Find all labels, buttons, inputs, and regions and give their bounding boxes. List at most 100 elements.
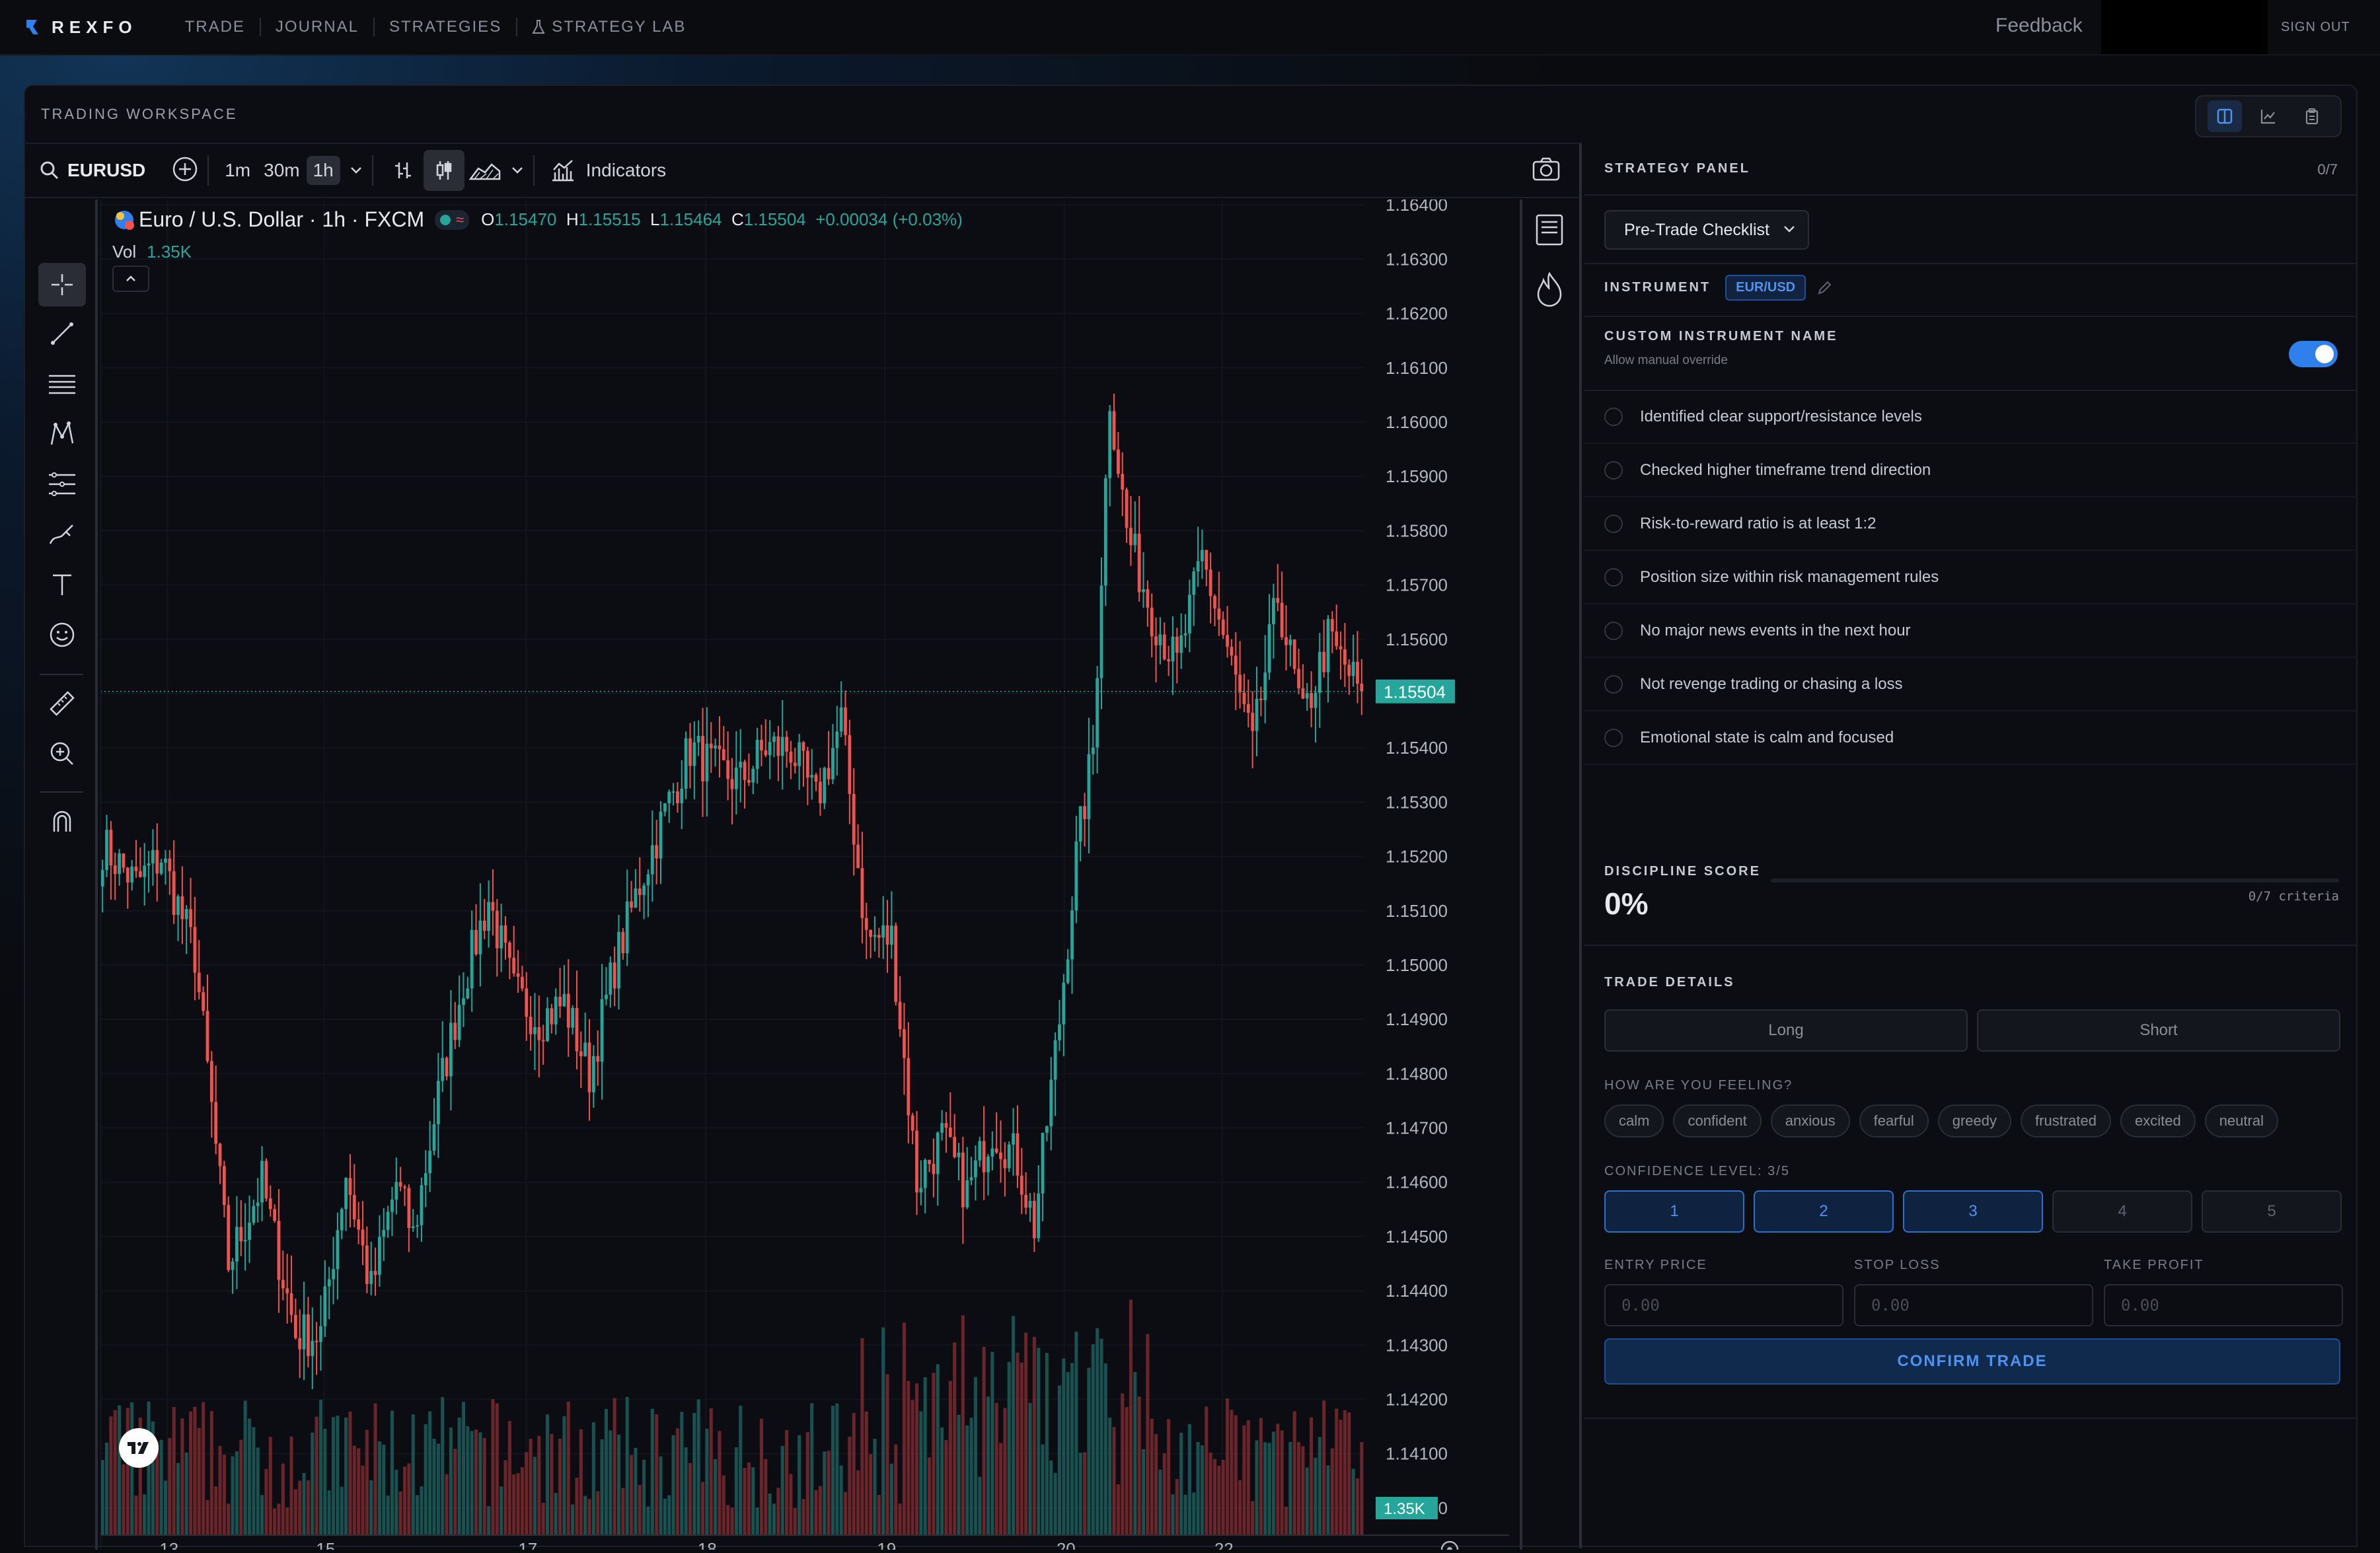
volume-bar: [487, 1506, 491, 1535]
measure-tool[interactable]: [38, 682, 86, 725]
checkbox[interactable]: [1604, 675, 1623, 694]
nav-strategy-lab[interactable]: STRATEGY LAB: [517, 18, 700, 36]
checklist-item[interactable]: Checked higher timeframe trend direction: [1584, 445, 2358, 497]
edit-pencil-icon[interactable]: [1816, 280, 1832, 296]
chart-svg[interactable]: 1.16400 1.16300 1.16200 1.16100 1.16000 1.159…: [100, 195, 1509, 1553]
volume-bar: [856, 1470, 860, 1535]
candle-body: [109, 830, 113, 866]
fib-tool[interactable]: [38, 462, 86, 506]
volume-bar: [1280, 1430, 1284, 1535]
feeling-chip[interactable]: fearful: [1859, 1104, 1929, 1138]
candle-body: [881, 925, 885, 938]
candle-body: [348, 1178, 352, 1196]
nav-trade[interactable]: TRADE: [170, 18, 261, 36]
candle-body: [751, 768, 755, 783]
text-tool[interactable]: [38, 563, 86, 606]
interval-1m[interactable]: 1m: [218, 156, 257, 185]
smile-icon: [50, 622, 75, 647]
candle-body: [827, 768, 831, 779]
pattern-tool[interactable]: [38, 412, 86, 456]
checklist-item[interactable]: Not revenge trading or chasing a loss: [1584, 659, 2358, 711]
split-view-button[interactable]: [2208, 100, 2242, 132]
interval-30m[interactable]: 30m: [257, 156, 306, 185]
chart-style-chevron-icon[interactable]: [511, 166, 524, 175]
brand-logo[interactable]: REXFO: [24, 17, 137, 38]
feeling-chip[interactable]: anxious: [1770, 1104, 1850, 1138]
candle-style-button[interactable]: [423, 150, 465, 191]
indicators-button[interactable]: Indicators: [550, 158, 666, 183]
volume-bar: [239, 1439, 243, 1535]
entry-price-input[interactable]: 0.00: [1604, 1284, 1843, 1326]
confidence-level-button[interactable]: 1: [1604, 1190, 1744, 1233]
checkbox[interactable]: [1604, 622, 1623, 640]
symbol-search[interactable]: EURUSD: [40, 160, 145, 181]
feeling-chip[interactable]: excited: [2120, 1104, 2196, 1138]
candle-body: [1049, 1079, 1053, 1127]
confidence-level-button[interactable]: 5: [2202, 1190, 2342, 1233]
volume-bar: [100, 1460, 104, 1535]
collapse-legend-button[interactable]: [112, 266, 149, 292]
checkbox[interactable]: [1604, 408, 1623, 426]
volume-bar: [260, 1495, 264, 1535]
price-chart[interactable]: 1.16400 1.16300 1.16200 1.16100 1.16000 1.159…: [100, 195, 1509, 1553]
confidence-level-button[interactable]: 4: [2052, 1190, 2192, 1233]
checklist-view-button[interactable]: [2295, 100, 2329, 132]
long-button[interactable]: Long: [1604, 1009, 1968, 1052]
feeling-chip[interactable]: frustrated: [2021, 1104, 2111, 1138]
candle-body: [928, 1160, 931, 1165]
take-profit-input[interactable]: 0.00: [2104, 1284, 2343, 1326]
interval-1h[interactable]: 1h: [306, 156, 340, 185]
candle-body: [1297, 668, 1300, 688]
checkbox[interactable]: [1604, 515, 1623, 533]
checkbox[interactable]: [1604, 461, 1623, 480]
candle-body: [268, 1198, 272, 1210]
stop-loss-input[interactable]: 0.00: [1854, 1284, 2093, 1326]
chart-view-button[interactable]: [2251, 100, 2286, 132]
sign-out-button[interactable]: SIGN OUT: [2281, 20, 2350, 35]
checkbox[interactable]: [1604, 568, 1623, 587]
crosshair-tool[interactable]: [38, 263, 86, 307]
feeling-chip[interactable]: confident: [1673, 1104, 1762, 1138]
tradingview-logo[interactable]: [119, 1428, 159, 1468]
volume-bar: [1187, 1424, 1191, 1535]
horizontal-lines-tool[interactable]: [38, 362, 86, 406]
screenshot-button[interactable]: [1532, 156, 1561, 186]
feeling-chip[interactable]: neutral: [2204, 1104, 2278, 1138]
feeling-chip[interactable]: calm: [1604, 1104, 1664, 1138]
area-style-button[interactable]: [465, 150, 505, 191]
close-value: 1.15504: [743, 209, 806, 229]
confidence-level-button[interactable]: 2: [1754, 1190, 1894, 1233]
checkbox[interactable]: [1604, 729, 1623, 747]
zoom-tool[interactable]: [38, 732, 86, 776]
instrument-badge[interactable]: EUR/USD: [1725, 275, 1806, 301]
bar-style-button[interactable]: [383, 150, 424, 191]
watchlist-button[interactable]: [1534, 213, 1565, 250]
volume-bar: [1121, 1393, 1125, 1535]
brush-tool[interactable]: [38, 513, 86, 556]
nav-strategies[interactable]: STRATEGIES: [375, 18, 518, 36]
confirm-trade-button[interactable]: CONFIRM TRADE: [1604, 1338, 2340, 1385]
feeling-chip[interactable]: greedy: [1937, 1104, 2012, 1138]
short-button[interactable]: Short: [1977, 1009, 2340, 1052]
strategy-select[interactable]: Pre-Trade Checklist: [1604, 210, 1809, 250]
compare-button[interactable]: [172, 156, 198, 186]
candle-body: [953, 1137, 957, 1157]
nav-journal[interactable]: JOURNAL: [261, 18, 375, 36]
trend-line-tool[interactable]: [38, 312, 86, 355]
checklist-item[interactable]: No major news events in the next hour: [1584, 605, 2358, 658]
feedback-link[interactable]: Feedback: [1995, 15, 2083, 37]
custom-name-toggle[interactable]: [2289, 341, 2338, 367]
hotlist-button[interactable]: [1534, 271, 1565, 311]
interval-dropdown-chevron-icon[interactable]: [350, 166, 363, 175]
volume-bar: [655, 1414, 659, 1535]
checklist-item[interactable]: Emotional state is calm and focused: [1584, 712, 2358, 765]
checklist-item[interactable]: Risk-to-reward ratio is at least 1:2: [1584, 498, 2358, 551]
candle-body: [537, 1027, 541, 1040]
emoji-tool[interactable]: [38, 613, 86, 657]
confidence-level-button[interactable]: 3: [1903, 1190, 2043, 1233]
checklist-item[interactable]: Identified clear support/resistance leve…: [1584, 391, 2358, 444]
candle-body: [1150, 607, 1154, 637]
volume-bar: [457, 1417, 461, 1535]
magnet-tool[interactable]: [38, 799, 86, 843]
checklist-item[interactable]: Position size within risk management rul…: [1584, 552, 2358, 604]
